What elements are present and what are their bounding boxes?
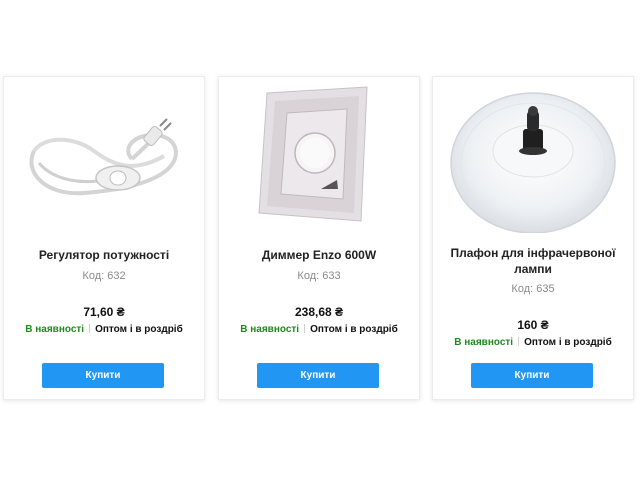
- product-code: Код: 633: [297, 270, 341, 282]
- lamp-shade-image: [443, 81, 623, 233]
- sale-type: Оптом і в роздріб: [95, 324, 183, 335]
- buy-button[interactable]: Купити: [257, 363, 379, 388]
- product-card-power-regulator: Регулятор потужності Код: 632 71,60 ₴ В …: [3, 76, 205, 400]
- buy-button[interactable]: Купити: [42, 363, 164, 388]
- availability-row: В наявності Оптом і в роздріб: [433, 337, 633, 348]
- stock-status: В наявності: [25, 324, 85, 335]
- product-image-link[interactable]: [14, 81, 194, 233]
- dimmer-switch-image: [229, 81, 409, 233]
- product-title[interactable]: Регулятор потужності: [10, 247, 198, 263]
- product-image-link[interactable]: [229, 81, 409, 233]
- divider: [518, 337, 520, 346]
- product-card-lamp-shade: Плафон для інфрачервоної лампи Код: 635 …: [432, 76, 634, 400]
- product-price: 160 ₴: [517, 318, 549, 332]
- availability-row: В наявності Оптом і в роздріб: [219, 324, 419, 335]
- power-regulator-image: [14, 81, 194, 233]
- product-title[interactable]: Диммер Enzo 600W: [225, 247, 413, 263]
- product-title[interactable]: Плафон для інфрачервоної лампи: [439, 245, 627, 277]
- stock-status: В наявності: [454, 337, 514, 348]
- stock-status: В наявності: [240, 324, 300, 335]
- buy-button[interactable]: Купити: [471, 363, 593, 388]
- product-code: Код: 635: [511, 283, 555, 295]
- product-price: 71,60 ₴: [83, 305, 125, 319]
- product-code: Код: 632: [82, 270, 126, 282]
- divider: [304, 324, 306, 333]
- product-price: 238,68 ₴: [294, 305, 344, 319]
- divider: [89, 324, 91, 333]
- sale-type: Оптом і в роздріб: [524, 337, 612, 348]
- availability-row: В наявності Оптом і в роздріб: [4, 324, 204, 335]
- sale-type: Оптом і в роздріб: [310, 324, 398, 335]
- product-image-link[interactable]: [443, 81, 623, 233]
- product-card-dimmer: Диммер Enzo 600W Код: 633 238,68 ₴ В ная…: [218, 76, 420, 400]
